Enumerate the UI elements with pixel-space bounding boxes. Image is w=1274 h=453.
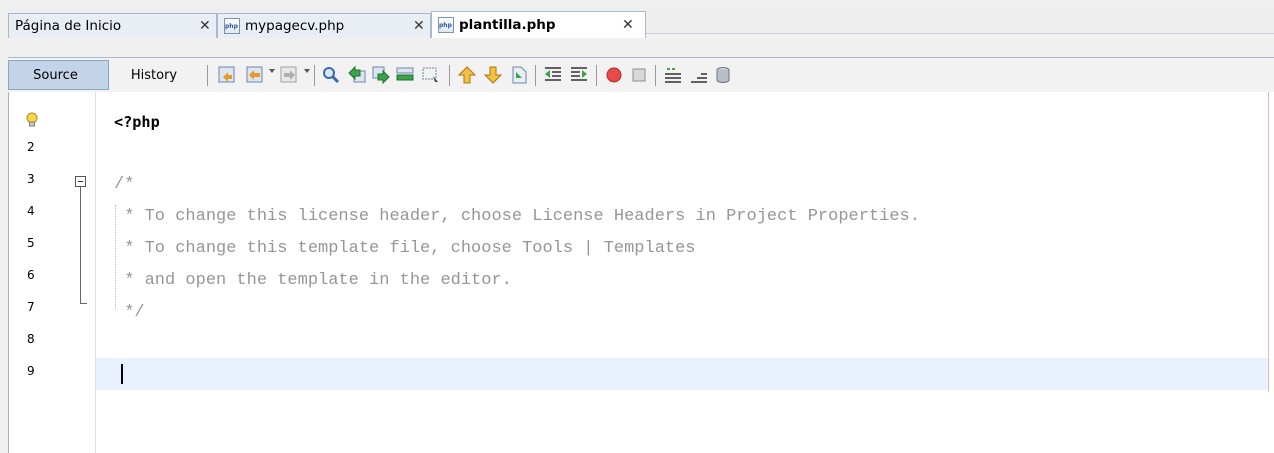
stop-macro-icon[interactable]	[628, 64, 650, 86]
shift-left-icon[interactable]	[542, 64, 564, 86]
php-file-icon	[438, 17, 454, 33]
toolbar-separator	[314, 65, 315, 86]
lightbulb-icon[interactable]	[26, 112, 38, 132]
find-previous-icon[interactable]	[346, 64, 368, 86]
right-margin-line	[1268, 92, 1269, 392]
code-line-5[interactable]: * To change this template file, choose T…	[114, 239, 695, 259]
php-file-icon	[224, 18, 240, 34]
forward-icon[interactable]	[278, 64, 300, 86]
code-line-7[interactable]: */	[114, 303, 144, 323]
code-editor[interactable]: 2 3 4 5 6 7 8 9 <?php /* * To change thi…	[8, 92, 1274, 453]
line-number-gutter[interactable]: 2 3 4 5 6 7 8 9	[9, 92, 96, 453]
line-number: 9	[27, 364, 35, 378]
next-bookmark-icon[interactable]	[482, 64, 504, 86]
tab-label: Página de Inicio	[15, 18, 122, 34]
code-line-1[interactable]: <?php	[114, 112, 160, 132]
line-number: 8	[27, 332, 35, 346]
back-icon[interactable]	[244, 64, 266, 86]
toolbar-separator	[535, 65, 536, 86]
line-number: 7	[27, 300, 35, 314]
current-line-highlight	[96, 358, 1268, 390]
text-caret	[121, 364, 123, 384]
tab-bar: Página de Inicio ✕ mypagecv.php ✕ planti…	[8, 8, 1274, 38]
fold-guide	[80, 187, 81, 303]
editor-toolbar: Source History	[8, 57, 1274, 93]
line-number: 2	[27, 140, 35, 154]
toolbar-separator	[596, 65, 597, 86]
chevron-down-icon[interactable]	[304, 69, 310, 73]
tab-plantilla[interactable]: plantilla.php ✕	[431, 11, 646, 38]
start-macro-icon[interactable]	[603, 64, 625, 86]
code-line-4[interactable]: * To change this license header, choose …	[114, 207, 920, 227]
find-next-icon[interactable]	[370, 64, 392, 86]
toggle-bookmark-icon[interactable]	[508, 64, 530, 86]
uncomment-icon[interactable]	[688, 64, 710, 86]
editor-window: Página de Inicio ✕ mypagecv.php ✕ planti…	[0, 0, 1274, 453]
database-icon[interactable]	[712, 64, 734, 86]
line-number: 3	[27, 172, 35, 186]
fold-toggle[interactable]	[75, 176, 86, 187]
shift-right-icon[interactable]	[568, 64, 590, 86]
line-number: 6	[27, 268, 35, 282]
code-line-6[interactable]: * and open the template in the editor.	[114, 271, 512, 291]
line-number: 5	[27, 236, 35, 250]
close-icon[interactable]: ✕	[413, 18, 425, 34]
tab-label: mypagecv.php	[245, 18, 345, 34]
toolbar-separator	[207, 65, 208, 86]
code-line-3[interactable]: /*	[114, 175, 134, 195]
toggle-rect-selection-icon[interactable]	[420, 64, 442, 86]
previous-bookmark-icon[interactable]	[456, 64, 478, 86]
tab-pagina-de-inicio[interactable]: Página de Inicio ✕	[8, 13, 217, 38]
last-edit-icon[interactable]	[216, 64, 238, 86]
toggle-highlight-icon[interactable]	[394, 64, 416, 86]
close-icon[interactable]: ✕	[199, 18, 211, 34]
close-icon[interactable]: ✕	[622, 17, 634, 33]
history-button[interactable]: History	[115, 60, 193, 90]
find-selection-icon[interactable]	[320, 64, 342, 86]
line-number: 4	[27, 204, 35, 218]
toolbar-separator	[655, 65, 656, 86]
tab-mypagecv[interactable]: mypagecv.php ✕	[217, 13, 431, 38]
chevron-down-icon[interactable]	[269, 69, 275, 73]
source-button[interactable]: Source	[8, 60, 109, 90]
toolbar-separator	[449, 65, 450, 86]
comment-icon[interactable]	[662, 64, 684, 86]
tab-label: plantilla.php	[459, 17, 556, 33]
fold-guide-end	[80, 303, 87, 304]
